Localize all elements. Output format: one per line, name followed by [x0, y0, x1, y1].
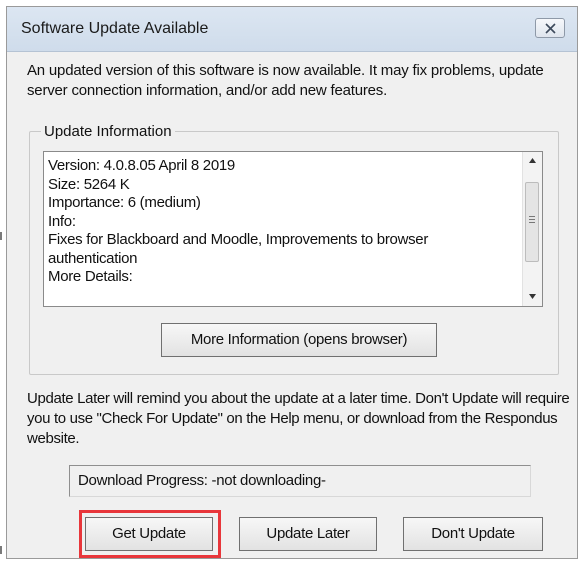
title-bar[interactable]: Software Update Available [7, 7, 577, 52]
vertical-scrollbar[interactable] [522, 152, 542, 306]
dialog-title: Software Update Available [21, 20, 209, 37]
info-size: Size: 5264 K [48, 175, 130, 193]
edge-marker [0, 546, 2, 554]
software-update-dialog: Software Update Available An updated ver… [6, 6, 578, 559]
close-x-icon [545, 23, 556, 34]
scroll-grip-icon [529, 216, 535, 223]
get-update-highlight-box [79, 510, 221, 558]
scroll-thumb[interactable] [525, 182, 539, 262]
dont-update-button[interactable]: Don't Update [403, 517, 543, 551]
info-description-cont: authentication [48, 249, 138, 267]
info-importance: Importance: 6 (medium) [48, 194, 201, 211]
download-progress-field: Download Progress: -not downloading- [69, 465, 531, 497]
scroll-down-button[interactable] [523, 288, 542, 306]
update-info-textbox[interactable]: Version: 4.0.8.05 April 8 2019 Size: 526… [43, 151, 543, 307]
close-button[interactable] [535, 18, 565, 38]
more-information-button[interactable]: More Information (opens browser) [161, 323, 437, 357]
info-lines: Version: 4.0.8.05 April 8 2019 Size: 526… [48, 157, 518, 287]
scroll-up-arrow-icon [529, 158, 536, 163]
download-progress-text: Download Progress: -not downloading- [78, 472, 326, 489]
info-description: Fixes for Blackboard and Moodle, Improve… [48, 231, 429, 248]
info-heading: Info: [48, 212, 76, 230]
info-more-details: More Details: [48, 268, 133, 285]
group-label: Update Information [41, 123, 175, 140]
info-version: Version: 4.0.8.05 April 8 2019 [48, 157, 235, 174]
intro-text: An updated version of this software is n… [27, 62, 544, 99]
update-later-explanation: Update Later will remind you about the u… [27, 390, 570, 447]
scroll-up-button[interactable] [523, 152, 542, 170]
update-later-button[interactable]: Update Later [239, 517, 377, 551]
scroll-down-arrow-icon [529, 294, 536, 299]
edge-marker [0, 232, 2, 240]
